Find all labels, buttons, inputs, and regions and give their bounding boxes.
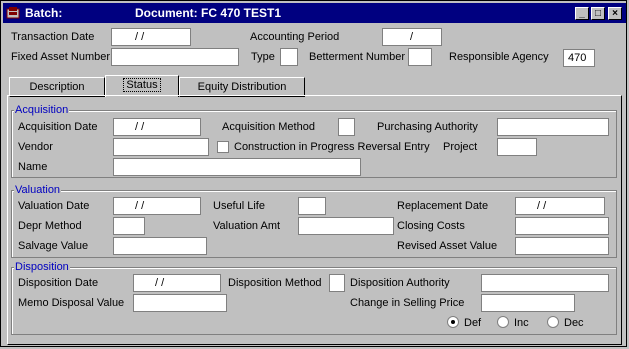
replacement-date-value: / / — [537, 200, 547, 212]
maximize-button[interactable]: □ — [591, 7, 605, 20]
closing-costs-label: Closing Costs — [397, 220, 465, 232]
tab-status-label: Status — [123, 78, 161, 92]
project-field[interactable] — [497, 138, 537, 156]
minimize-icon: _ — [579, 8, 585, 19]
radio-dec-label: Dec — [564, 317, 584, 329]
accounting-period-label: Accounting Period — [250, 31, 340, 43]
title-document-label: Document: FC 470 TEST1 — [135, 6, 282, 20]
valuation-date-field[interactable]: / / — [113, 197, 201, 215]
disposition-date-value: / / — [155, 277, 165, 289]
accounting-period-field[interactable]: / — [382, 28, 442, 46]
name-label: Name — [18, 161, 48, 173]
depr-method-field[interactable] — [113, 217, 145, 235]
disposition-method-field[interactable] — [329, 274, 345, 292]
batch-window: Batch: Document: FC 470 TEST1 _ □ × Tran… — [0, 0, 627, 347]
name-field[interactable] — [113, 158, 361, 176]
vendor-field[interactable] — [113, 138, 209, 156]
radio-def-label: Def — [464, 317, 482, 329]
batch-app-icon — [6, 7, 20, 19]
betterment-number-field[interactable] — [408, 48, 432, 66]
minimize-button[interactable]: _ — [575, 7, 589, 20]
radio-inc-label: Inc — [514, 317, 529, 329]
purchasing-authority-label: Purchasing Authority — [377, 121, 478, 133]
tab-equity-distribution-label: Equity Distribution — [197, 81, 287, 93]
valuation-date-value: / / — [135, 200, 145, 212]
valuation-group-title: Valuation — [14, 184, 62, 196]
acquisition-date-value: / / — [135, 121, 145, 133]
salvage-value-label: Salvage Value — [18, 240, 89, 252]
valuation-amt-field[interactable] — [298, 217, 394, 235]
useful-life-field[interactable] — [298, 197, 326, 215]
construction-in-progress-label: Construction in Progress Reversal Entry — [234, 141, 430, 153]
disposition-group-title: Disposition — [14, 261, 70, 273]
responsible-agency-field[interactable]: 470 — [563, 49, 595, 67]
type-field[interactable] — [280, 48, 298, 66]
betterment-number-label: Betterment Number — [309, 51, 405, 63]
valuation-date-label: Valuation Date — [18, 200, 90, 212]
responsible-agency-value: 470 — [568, 52, 587, 64]
project-label: Project — [443, 141, 478, 153]
construction-in-progress-checkbox[interactable] — [217, 141, 229, 153]
tab-description[interactable]: Description — [9, 77, 105, 97]
accounting-period-value: / — [410, 31, 414, 43]
acquisition-method-field[interactable] — [338, 118, 355, 136]
radio-dec[interactable] — [547, 316, 559, 328]
closing-costs-field[interactable] — [515, 217, 609, 235]
close-icon: × — [612, 8, 618, 19]
transaction-date-value: / / — [135, 31, 145, 43]
tab-equity-distribution[interactable]: Equity Distribution — [179, 77, 305, 97]
transaction-date-label: Transaction Date — [11, 31, 95, 43]
transaction-date-field[interactable]: / / — [111, 28, 191, 46]
change-in-selling-price-label: Change in Selling Price — [350, 297, 465, 309]
tab-description-label: Description — [29, 81, 85, 93]
disposition-authority-label: Disposition Authority — [350, 277, 450, 289]
close-button[interactable]: × — [608, 7, 622, 20]
disposition-method-label: Disposition Method — [228, 277, 322, 289]
valuation-amt-label: Valuation Amt — [213, 220, 281, 232]
title-batch-label: Batch: — [25, 6, 63, 20]
acquisition-group-title: Acquisition — [14, 104, 70, 116]
replacement-date-field[interactable]: / / — [515, 197, 605, 215]
memo-disposal-value-label: Memo Disposal Value — [18, 297, 125, 309]
vendor-label: Vendor — [18, 141, 53, 153]
disposition-date-field[interactable]: / / — [133, 274, 221, 292]
purchasing-authority-field[interactable] — [497, 118, 609, 136]
memo-disposal-value-field[interactable] — [133, 294, 227, 312]
salvage-value-field[interactable] — [113, 237, 207, 255]
acquisition-date-field[interactable]: / / — [113, 118, 201, 136]
revised-asset-value-field[interactable] — [515, 237, 609, 255]
disposition-authority-field[interactable] — [481, 274, 609, 292]
disposition-date-label: Disposition Date — [18, 277, 99, 289]
fixed-asset-number-label: Fixed Asset Number — [11, 51, 111, 63]
depr-method-label: Depr Method — [18, 220, 82, 232]
change-in-selling-price-field[interactable] — [481, 294, 575, 312]
replacement-date-label: Replacement Date — [397, 200, 489, 212]
radio-def[interactable] — [447, 316, 459, 328]
radio-inc[interactable] — [497, 316, 509, 328]
type-label: Type — [251, 51, 275, 63]
acquisition-date-label: Acquisition Date — [18, 121, 98, 133]
revised-asset-value-label: Revised Asset Value — [397, 240, 498, 252]
maximize-icon: □ — [594, 8, 602, 19]
useful-life-label: Useful Life — [213, 200, 265, 212]
title-bar[interactable]: Batch: Document: FC 470 TEST1 _ □ × — [3, 3, 626, 23]
acquisition-method-label: Acquisition Method — [222, 121, 315, 133]
fixed-asset-number-field[interactable] — [111, 48, 239, 66]
responsible-agency-label: Responsible Agency — [449, 51, 549, 63]
tab-status[interactable]: Status — [105, 75, 179, 97]
